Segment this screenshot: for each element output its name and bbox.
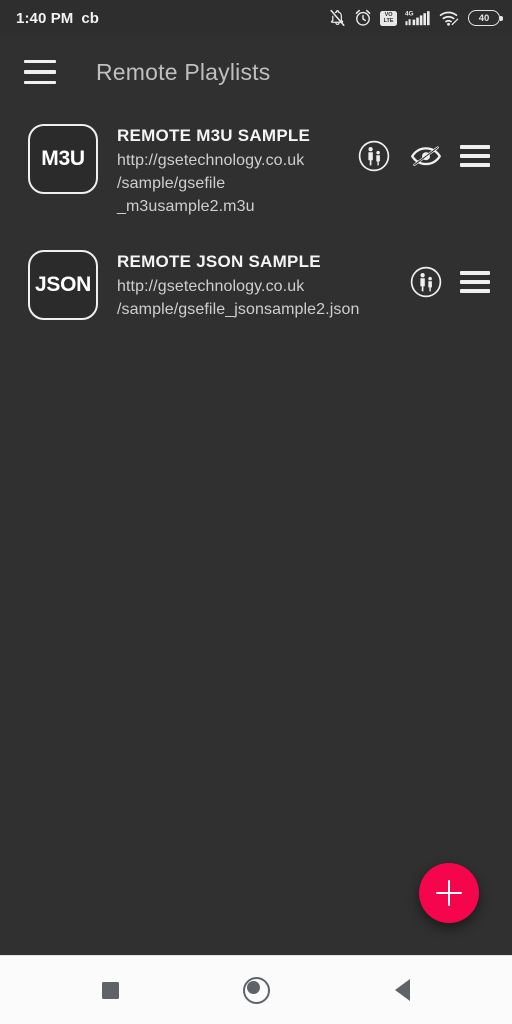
svg-text:4G: 4G — [405, 11, 414, 18]
hamburger-line-1 — [24, 60, 56, 64]
app-bar: Remote Playlists — [0, 36, 512, 108]
page-title: Remote Playlists — [96, 58, 271, 85]
reorder-line-1 — [460, 145, 490, 149]
status-bar-carrier: cb — [81, 9, 99, 27]
playlist-type-badge: M3U — [28, 124, 98, 194]
eye-hidden-icon[interactable] — [408, 138, 444, 174]
reorder-line-3 — [460, 163, 490, 167]
list-item[interactable]: JSON REMOTE JSON SAMPLE http://gsetechno… — [0, 234, 512, 337]
list-item[interactable]: M3U REMOTE M3U SAMPLE http://gsetechnolo… — [0, 108, 512, 234]
playlist-url: http://gsetechnology.co.uk /sample/gsefi… — [117, 152, 305, 215]
phone-screen: 1:40 PM cb VO LTE 4G 40 Remote Playlists… — [0, 0, 512, 1024]
parental-control-icon[interactable] — [408, 264, 444, 300]
signal-4g-icon: 4G — [405, 9, 431, 27]
alarm-clock-icon — [354, 9, 372, 27]
playlist-text-block: REMOTE JSON SAMPLE http://gsetechnology.… — [98, 250, 408, 321]
wifi-icon — [439, 9, 460, 27]
hamburger-menu-icon[interactable] — [22, 57, 58, 87]
back-glyph — [394, 979, 410, 1001]
playlist-type-badge: JSON — [28, 250, 98, 320]
playlist-title: REMOTE JSON SAMPLE — [117, 252, 321, 271]
back-triangle-icon[interactable] — [375, 963, 429, 1017]
volte-icon: VO LTE — [380, 10, 397, 26]
battery-icon: 40 — [468, 10, 503, 26]
status-bar: 1:40 PM cb VO LTE 4G 40 — [0, 0, 512, 36]
volte-bottom-text: LTE — [383, 17, 394, 24]
reorder-line-2 — [460, 154, 490, 158]
playlist-url: http://gsetechnology.co.uk /sample/gsefi… — [117, 278, 360, 318]
playlist-list: M3U REMOTE M3U SAMPLE http://gsetechnolo… — [0, 108, 512, 955]
volte-top-text: VO — [384, 11, 393, 18]
playlist-title: REMOTE M3U SAMPLE — [117, 126, 311, 145]
home-glyph — [242, 976, 270, 1004]
reorder-line-1 — [460, 271, 490, 275]
status-bar-left: 1:40 PM cb — [16, 10, 99, 27]
playlist-actions — [408, 250, 490, 300]
reorder-line-2 — [460, 280, 490, 284]
playlist-text-block: REMOTE M3U SAMPLE http://gsetechnology.c… — [98, 124, 356, 218]
battery-level-text: 40 — [478, 12, 490, 24]
reorder-handle-icon[interactable] — [460, 145, 490, 167]
bell-muted-icon — [329, 9, 346, 27]
playlist-actions — [356, 124, 490, 174]
plus-icon-vertical — [447, 880, 451, 906]
recents-square-icon[interactable] — [83, 963, 137, 1017]
home-circle-icon[interactable] — [229, 963, 283, 1017]
android-navigation-bar — [0, 955, 512, 1024]
hamburger-line-2 — [24, 70, 56, 74]
recents-glyph — [101, 981, 119, 999]
reorder-handle-icon[interactable] — [460, 271, 490, 293]
status-bar-right: VO LTE 4G 40 — [329, 9, 503, 27]
status-bar-clock: 1:40 PM — [16, 9, 74, 27]
hamburger-line-3 — [24, 80, 56, 84]
add-playlist-fab[interactable] — [419, 863, 479, 923]
reorder-line-3 — [460, 289, 490, 293]
parental-control-icon[interactable] — [356, 138, 392, 174]
